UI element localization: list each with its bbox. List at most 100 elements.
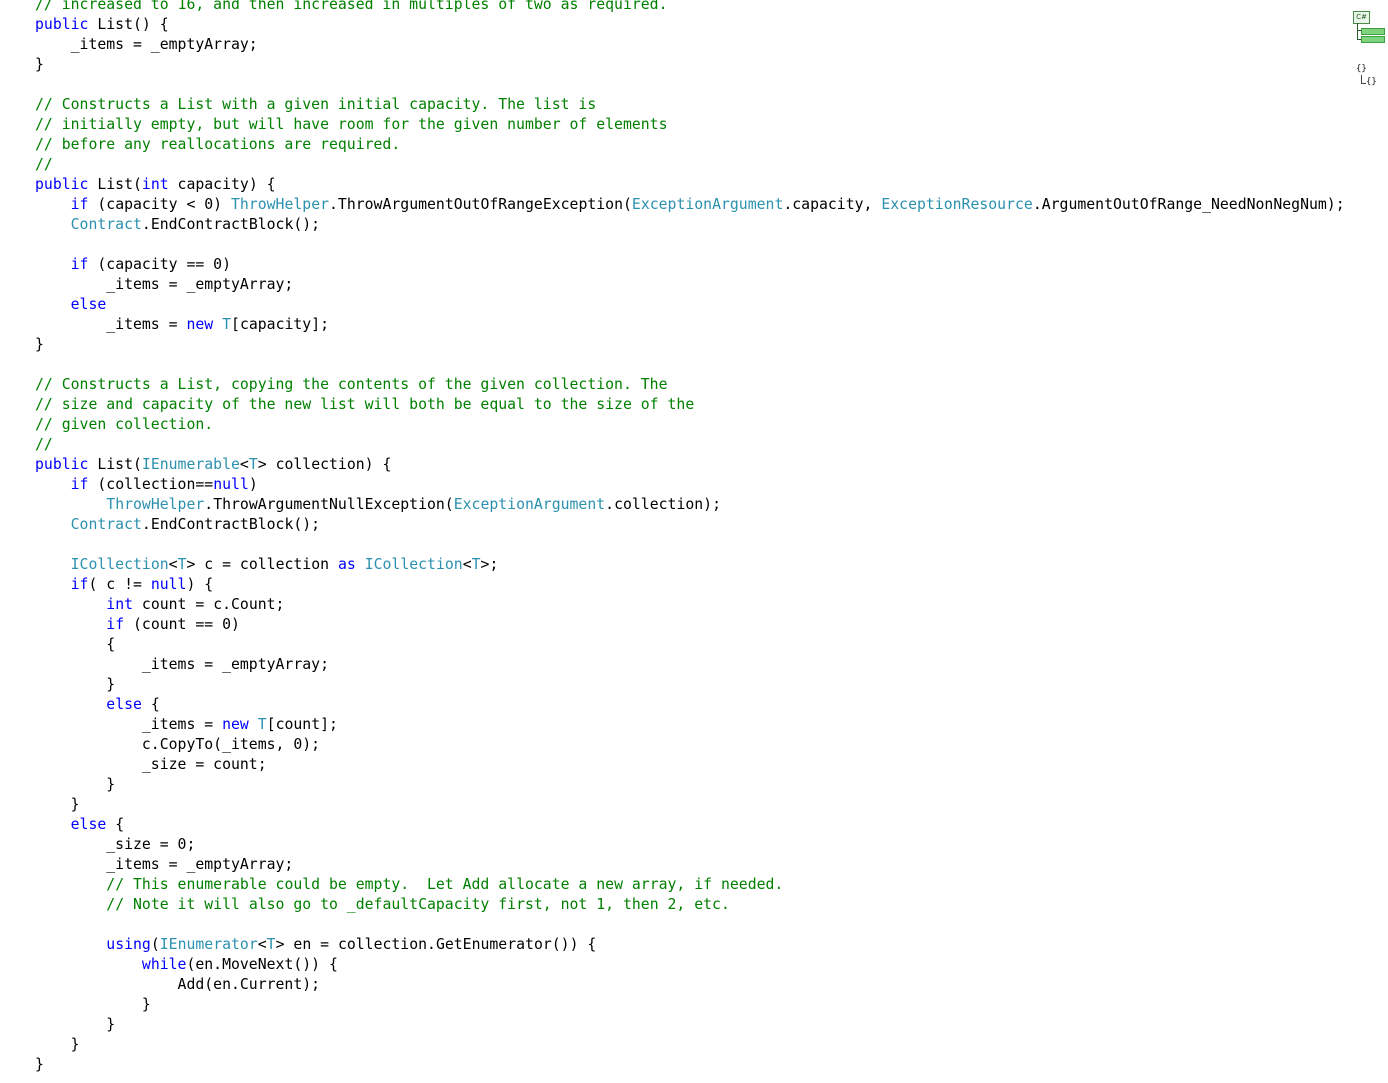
code-line[interactable]: _items = _emptyArray; <box>35 655 1345 675</box>
code-line[interactable]: // initially empty, but will have room f… <box>35 115 1345 135</box>
code-token-plain: ( <box>150 936 160 953</box>
code-token-plain: < <box>239 456 249 473</box>
code-line[interactable]: } <box>35 1035 1345 1055</box>
code-line[interactable]: _items = new T[capacity]; <box>35 315 1345 335</box>
code-line[interactable]: Contract.EndContractBlock(); <box>35 515 1345 535</box>
code-line[interactable] <box>35 75 1345 95</box>
code-line[interactable]: } <box>35 775 1345 795</box>
code-line[interactable]: else { <box>35 695 1345 715</box>
code-line[interactable]: _items = new T[count]; <box>35 715 1345 735</box>
code-line[interactable]: int count = c.Count; <box>35 595 1345 615</box>
code-line[interactable]: // given collection. <box>35 415 1345 435</box>
code-line[interactable]: if (capacity == 0) <box>35 255 1345 275</box>
code-token-keyword: else <box>70 816 107 833</box>
code-token-plain: _items = _emptyArray; <box>35 656 329 673</box>
code-token-keyword: if <box>70 196 89 213</box>
code-line[interactable]: c.CopyTo(_items, 0); <box>35 735 1345 755</box>
code-line[interactable]: else <box>35 295 1345 315</box>
code-token-plain: (count == 0) <box>124 616 240 633</box>
code-token-type: ICollection <box>70 556 169 573</box>
margin-glyphs: C# {} {} <box>1350 8 1386 98</box>
code-token-plain: { <box>35 636 116 653</box>
code-token-comment: // Constructs a List with a given initia… <box>35 96 597 113</box>
code-token-plain: List( <box>88 456 142 473</box>
code-line[interactable]: ICollection<T> c = collection as ICollec… <box>35 555 1345 575</box>
code-line[interactable]: else { <box>35 815 1345 835</box>
code-line[interactable]: _items = _emptyArray; <box>35 35 1345 55</box>
code-block-structure-icon[interactable]: {} {} <box>1354 64 1384 94</box>
code-line[interactable]: if (count == 0) <box>35 615 1345 635</box>
code-line[interactable]: // increased to 16, and then increased i… <box>35 0 1345 15</box>
code-line[interactable]: } <box>35 55 1345 75</box>
code-line[interactable]: Contract.EndContractBlock(); <box>35 215 1345 235</box>
code-line[interactable] <box>35 915 1345 935</box>
code-token-keyword: new <box>222 716 249 733</box>
code-token-plain: < <box>462 556 472 573</box>
code-token-comment: // Note it will also go to _defaultCapac… <box>106 896 730 913</box>
code-line[interactable]: public List(IEnumerable<T> collection) { <box>35 455 1345 475</box>
code-token-keyword: using <box>106 936 151 953</box>
code-token-plain: List( <box>88 176 142 193</box>
code-token-type: T <box>257 716 267 733</box>
code-token-keyword: null <box>213 476 249 493</box>
code-line[interactable]: public List() { <box>35 15 1345 35</box>
code-line[interactable]: { <box>35 635 1345 655</box>
code-line[interactable]: } <box>35 1055 1345 1075</box>
code-line[interactable]: if (collection==null) <box>35 475 1345 495</box>
code-line[interactable]: _size = 0; <box>35 835 1345 855</box>
csharp-file-structure-icon[interactable]: C# <box>1353 11 1385 47</box>
code-line[interactable]: if( c != null) { <box>35 575 1345 595</box>
code-line[interactable]: // Note it will also go to _defaultCapac… <box>35 895 1345 915</box>
code-token-keyword: int <box>141 176 169 193</box>
code-line[interactable]: // This enumerable could be empty. Let A… <box>35 875 1345 895</box>
code-token-type: IEnumerable <box>141 456 240 473</box>
code-token-keyword: if <box>106 616 125 633</box>
code-line[interactable]: // Constructs a List, copying the conten… <box>35 375 1345 395</box>
code-line[interactable]: } <box>35 335 1345 355</box>
code-line[interactable] <box>35 235 1345 255</box>
code-token-keyword: public <box>35 176 89 193</box>
code-token-plain: List() { <box>88 16 169 33</box>
code-line[interactable]: Add(en.Current); <box>35 975 1345 995</box>
code-line[interactable] <box>35 535 1345 555</box>
code-line[interactable] <box>35 355 1345 375</box>
code-token-comment: // increased to 16, and then increased i… <box>35 0 668 13</box>
code-token-keyword: while <box>141 956 187 973</box>
code-line[interactable]: _items = _emptyArray; <box>35 855 1345 875</box>
code-editor[interactable]: // increased to 16, and then increased i… <box>35 0 1345 1075</box>
code-line[interactable]: ThrowHelper.ThrowArgumentNullException(E… <box>35 495 1345 515</box>
code-token-plain: } <box>35 1056 44 1073</box>
code-token-plain: [count]; <box>266 716 338 733</box>
code-line[interactable]: // Constructs a List with a given initia… <box>35 95 1345 115</box>
code-line[interactable]: // <box>35 155 1345 175</box>
code-line[interactable]: if (capacity < 0) ThrowHelper.ThrowArgum… <box>35 195 1345 215</box>
code-token-plain: .ThrowArgumentOutOfRangeException( <box>329 196 632 213</box>
code-token-plain: { <box>106 816 125 833</box>
code-token-plain: { <box>141 696 160 713</box>
code-line[interactable]: // before any reallocations are required… <box>35 135 1345 155</box>
code-line[interactable]: } <box>35 1015 1345 1035</box>
code-line[interactable]: } <box>35 675 1345 695</box>
code-line[interactable]: } <box>35 995 1345 1015</box>
code-line[interactable]: using(IEnumerator<T> en = collection.Get… <box>35 935 1345 955</box>
code-line[interactable]: // size and capacity of the new list wil… <box>35 395 1345 415</box>
csharp-badge: C# <box>1353 11 1370 24</box>
code-line[interactable]: while(en.MoveNext()) { <box>35 955 1345 975</box>
code-line[interactable]: } <box>35 795 1345 815</box>
code-token-plain: (capacity == 0) <box>88 256 232 273</box>
code-token-plain: < <box>168 556 178 573</box>
code-token-plain: _items = <box>35 716 223 733</box>
code-token-keyword: int <box>106 596 134 613</box>
code-line[interactable]: public List(int capacity) { <box>35 175 1345 195</box>
code-line[interactable]: _size = count; <box>35 755 1345 775</box>
code-line[interactable]: _items = _emptyArray; <box>35 275 1345 295</box>
code-line[interactable]: // <box>35 435 1345 455</box>
